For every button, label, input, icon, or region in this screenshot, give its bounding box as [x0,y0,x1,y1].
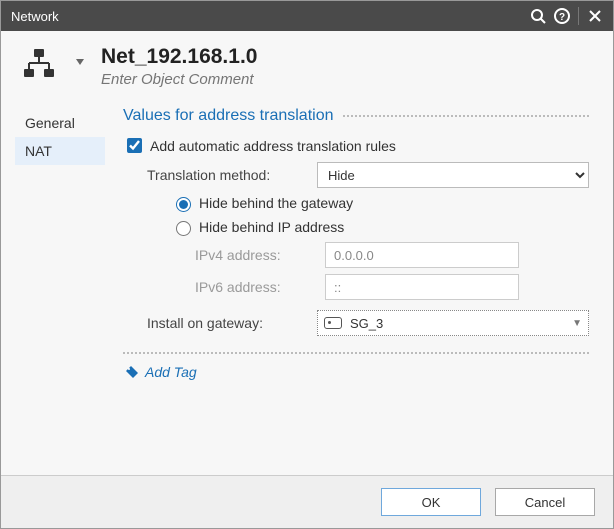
ipv4-label: IPv4 address: [195,247,325,263]
object-type-dropdown[interactable] [73,45,87,65]
sidebar-item-general[interactable]: General [15,109,105,137]
object-name[interactable]: Net_192.168.1.0 [101,45,361,69]
install-gateway-label: Install on gateway: [147,315,317,331]
ipv4-row: IPv4 address: [123,242,589,268]
method-select[interactable]: Hide [317,162,589,188]
titlebar: Network ? [1,1,613,31]
tag-icon [125,365,139,379]
help-icon[interactable]: ? [550,4,574,28]
section-divider [343,115,589,117]
cancel-button[interactable]: Cancel [495,488,595,516]
chevron-down-icon: ▼ [572,318,582,329]
hide-gateway-row: Hide behind the gateway [123,194,589,212]
section-title: Values for address translation [123,107,589,125]
section-title-text: Values for address translation [123,107,333,125]
dialog-body: General NAT Values for address translati… [1,99,613,475]
hide-gateway-label: Hide behind the gateway [199,195,353,211]
add-tag-button[interactable]: Add Tag [123,364,589,380]
method-label: Translation method: [147,167,317,183]
hide-gateway-radio[interactable] [176,197,191,212]
install-gateway-row: Install on gateway: SG_3 ▼ [123,310,589,336]
add-auto-label: Add automatic address translation rules [150,138,396,154]
hide-ip-label: Hide behind IP address [199,219,344,235]
ok-button[interactable]: OK [381,488,481,516]
dialog-footer: OK Cancel [1,475,613,528]
svg-text:?: ? [559,12,565,23]
sidebar-item-nat[interactable]: NAT [15,137,105,165]
ipv6-input[interactable] [325,274,519,300]
object-title-block: Net_192.168.1.0 [101,45,361,89]
network-dialog: Network ? Net_192.168.1 [0,0,614,529]
install-gateway-value: SG_3 [350,316,383,331]
gateway-icon [324,317,342,329]
add-auto-row: Add automatic address translation rules [123,135,589,156]
object-comment-input[interactable] [101,69,361,88]
network-icon [19,45,59,85]
window-title: Network [11,9,526,24]
close-icon[interactable] [583,4,607,28]
object-header: Net_192.168.1.0 [1,31,613,99]
hide-ip-row: Hide behind IP address [123,218,589,236]
nat-panel: Values for address translation Add autom… [105,99,599,475]
tag-divider [123,352,589,354]
ipv4-input[interactable] [325,242,519,268]
ipv6-label: IPv6 address: [195,279,325,295]
add-auto-checkbox[interactable] [127,138,142,153]
search-icon[interactable] [526,4,550,28]
install-gateway-select[interactable]: SG_3 ▼ [317,310,589,336]
sidebar: General NAT [15,99,105,475]
ipv6-row: IPv6 address: [123,274,589,300]
titlebar-separator [578,7,579,25]
method-row: Translation method: Hide [123,162,589,188]
hide-ip-radio[interactable] [176,221,191,236]
add-tag-label: Add Tag [145,364,197,380]
